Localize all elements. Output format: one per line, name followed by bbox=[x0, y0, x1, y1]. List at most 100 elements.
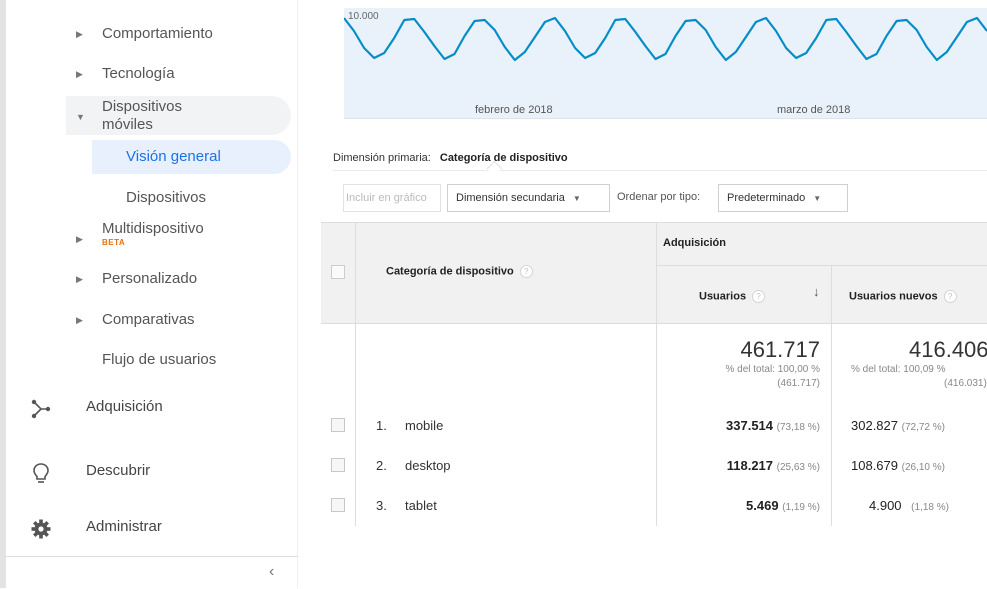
total-new-users-percent: % del total: 100,09 % bbox=[851, 364, 946, 375]
help-icon[interactable]: ? bbox=[943, 290, 957, 303]
sidebar-item-vision-general[interactable]: Visión general bbox=[126, 148, 221, 165]
sidebar-section-label: Adquisición bbox=[86, 398, 163, 415]
sidebar-item-label: Comportamiento bbox=[102, 25, 213, 42]
row-users-value: 337.514 (73,18 %) bbox=[726, 418, 820, 433]
sidebar-item-label: Dispositivos móviles bbox=[102, 98, 183, 133]
sidebar-item-personalizado[interactable]: ▶ Personalizado bbox=[6, 270, 298, 292]
sidebar-section-descubrir[interactable]: Descubrir bbox=[6, 462, 298, 488]
chevron-right-icon: ▶ bbox=[76, 29, 83, 39]
sort-type-dropdown[interactable]: Predeterminado ▼ bbox=[718, 184, 848, 212]
sort-type-label: Ordenar por tipo: bbox=[617, 191, 701, 203]
column-header-usuarios-nuevos[interactable]: Usuarios nuevos? bbox=[849, 290, 957, 303]
sidebar-item-dispositivos[interactable]: Dispositivos bbox=[126, 189, 206, 206]
x-axis-label-mar: marzo de 2018 bbox=[777, 104, 851, 116]
users-percent: (1,19 %) bbox=[782, 502, 820, 513]
new-users-value: 302.827 bbox=[851, 418, 898, 433]
sidebar-item-label: Personalizado bbox=[102, 270, 198, 287]
chevron-right-icon: ▶ bbox=[76, 69, 83, 79]
primary-dimension-value[interactable]: Categoría de dispositivo bbox=[440, 152, 568, 164]
row-number: 2. bbox=[376, 458, 387, 473]
chevron-left-icon: ‹ bbox=[269, 563, 275, 580]
row-number: 1. bbox=[376, 418, 387, 433]
sidebar-section-administrar[interactable]: Administrar bbox=[6, 518, 298, 544]
row-device-link[interactable]: tablet bbox=[405, 498, 437, 513]
users-percent: (73,18 %) bbox=[776, 422, 820, 433]
total-new-users-absolute: (416.031) bbox=[944, 378, 987, 389]
sidebar-item-flujo-de-usuarios[interactable]: Flujo de usuarios bbox=[6, 351, 298, 373]
row-users-value: 5.469 (1,19 %) bbox=[746, 498, 820, 513]
total-users-percent: % del total: 100,00 % bbox=[725, 364, 820, 375]
help-icon[interactable]: ? bbox=[752, 290, 766, 303]
x-axis-label-feb: febrero de 2018 bbox=[475, 104, 553, 116]
total-users: 461.717 bbox=[740, 337, 820, 362]
users-over-time-chart: 10.000 febrero de 2018 marzo de 2018 bbox=[344, 8, 987, 119]
row-new-users-value: 302.827 (72,72 %) bbox=[851, 418, 945, 433]
row-device-link[interactable]: mobile bbox=[405, 418, 443, 433]
caret-down-icon: ▼ bbox=[572, 194, 581, 203]
users-percent: (25,63 %) bbox=[776, 462, 820, 473]
column-divider bbox=[831, 265, 832, 526]
sidebar: ▶ Comportamiento ▶ Tecnología ▼ Disposit… bbox=[0, 0, 298, 588]
sidebar-item-label: Flujo de usuarios bbox=[102, 351, 217, 368]
new-users-percent: (26,10 %) bbox=[901, 462, 945, 473]
collapse-sidebar-button[interactable]: ‹ bbox=[6, 556, 298, 589]
help-icon[interactable]: ? bbox=[519, 265, 533, 278]
new-users-value: 108.679 bbox=[851, 458, 898, 473]
select-all-checkbox[interactable] bbox=[331, 265, 345, 279]
new-users-percent: (72,72 %) bbox=[901, 422, 945, 433]
sort-descending-icon[interactable]: ↓ bbox=[813, 284, 820, 299]
column-divider bbox=[656, 222, 657, 526]
chevron-right-icon: ▶ bbox=[76, 315, 83, 325]
sidebar-section-label: Administrar bbox=[86, 518, 162, 535]
group-header-adquisicion: Adquisición bbox=[663, 237, 726, 249]
row-new-users-value: 108.679 (26,10 %) bbox=[851, 458, 945, 473]
sidebar-item-comparativas[interactable]: ▶ Comparativas bbox=[6, 311, 298, 333]
row-new-users-value: 4.900 (1,18 %) bbox=[869, 498, 949, 513]
lightbulb-icon bbox=[30, 462, 52, 484]
column-header-label: Categoría de dispositivo bbox=[386, 265, 514, 278]
chart-series-line bbox=[344, 16, 987, 62]
new-users-value: 4.900 bbox=[869, 498, 902, 513]
gear-icon bbox=[30, 518, 52, 540]
line-chart-svg bbox=[344, 16, 987, 62]
new-users-percent: (1,18 %) bbox=[911, 502, 949, 513]
column-header-label: Usuarios nuevos bbox=[849, 290, 938, 303]
row-checkbox[interactable] bbox=[331, 458, 345, 472]
row-number: 3. bbox=[376, 498, 387, 513]
column-header-label: Usuarios bbox=[699, 290, 747, 303]
column-header-usuarios[interactable]: Usuarios? bbox=[699, 290, 766, 303]
column-header-device-category[interactable]: Categoría de dispositivo? bbox=[386, 265, 533, 278]
row-checkbox[interactable] bbox=[331, 498, 345, 512]
sort-type-value: Predeterminado bbox=[727, 192, 806, 204]
sidebar-item-multidispositivo[interactable]: ▶ Multidispositivo BETA bbox=[6, 220, 298, 254]
sidebar-item-label: Tecnología bbox=[102, 65, 175, 82]
y-axis-tick: 10.000 bbox=[348, 11, 379, 22]
caret-down-icon: ▼ bbox=[813, 194, 822, 203]
chevron-right-icon: ▶ bbox=[76, 234, 83, 244]
row-device-link[interactable]: desktop bbox=[405, 458, 451, 473]
acquisition-icon bbox=[30, 398, 52, 420]
users-value: 337.514 bbox=[726, 418, 774, 433]
report-main: 10.000 febrero de 2018 marzo de 2018 Dim… bbox=[299, 0, 987, 588]
sidebar-item-tecnologia[interactable]: ▶ Tecnología bbox=[6, 65, 298, 87]
sidebar-item-label: Comparativas bbox=[102, 311, 195, 328]
column-divider bbox=[355, 222, 356, 526]
include-in-chart-button[interactable]: Incluir en gráfico bbox=[343, 184, 441, 212]
secondary-dimension-dropdown[interactable]: Dimensión secundaria ▼ bbox=[447, 184, 610, 212]
primary-dimension-label: Dimensión primaria: bbox=[333, 152, 431, 164]
users-value: 5.469 bbox=[746, 498, 779, 513]
chevron-right-icon: ▶ bbox=[76, 274, 83, 284]
total-users-absolute: (461.717) bbox=[777, 378, 820, 389]
total-new-users: 416.406 bbox=[909, 337, 987, 362]
row-divider bbox=[656, 265, 987, 266]
sidebar-item-dispositivos-moviles[interactable]: ▼ Dispositivos móviles bbox=[6, 98, 298, 134]
sidebar-section-label: Descubrir bbox=[86, 462, 151, 479]
primary-dimension-row: Dimensión primaria: Categoría de disposi… bbox=[333, 152, 568, 164]
sidebar-item-comportamiento[interactable]: ▶ Comportamiento bbox=[6, 25, 298, 47]
row-checkbox[interactable] bbox=[331, 418, 345, 432]
row-users-value: 118.217 (25,63 %) bbox=[727, 458, 820, 473]
chevron-down-icon: ▼ bbox=[76, 112, 85, 122]
sidebar-section-adquisicion[interactable]: Adquisición bbox=[6, 398, 298, 424]
divider bbox=[333, 170, 987, 171]
sidebar-item-label: Multidispositivo bbox=[102, 220, 204, 237]
